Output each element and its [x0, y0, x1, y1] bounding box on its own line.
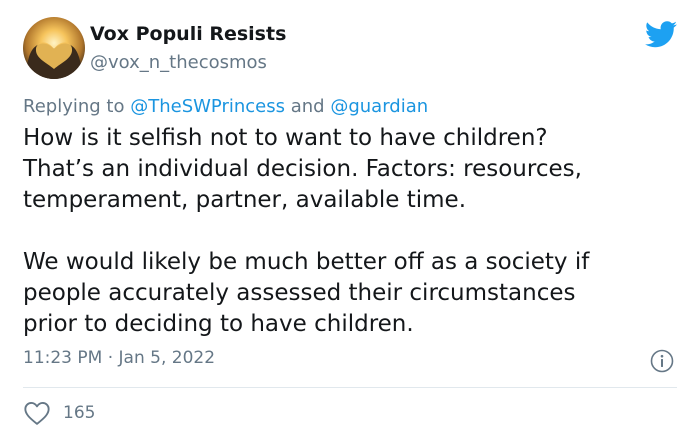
mention-link-1[interactable]: @TheSWPrincess	[130, 96, 285, 117]
tweet-timestamp[interactable]: 11:23 PM · Jan 5, 2022	[23, 348, 215, 368]
author-name[interactable]: Vox Populi Resists	[90, 23, 286, 45]
tweet-paragraph-2: We would likely be much better off as a …	[23, 249, 590, 337]
mention-link-2[interactable]: @guardian	[330, 96, 428, 117]
reply-context: Replying to @TheSWPrincess and @guardian	[23, 96, 428, 117]
tweet-time: 11:23 PM	[23, 348, 103, 368]
like-count: 165	[63, 403, 96, 423]
info-icon[interactable]	[650, 349, 674, 373]
avatar[interactable]	[23, 17, 85, 79]
tweet-paragraph-1: How is it selfish not to want to have ch…	[23, 125, 582, 213]
tweet-date: Jan 5, 2022	[118, 348, 216, 368]
heart-hands-sunset-avatar	[23, 17, 85, 79]
twitter-bird-icon[interactable]	[645, 21, 677, 48]
like-action[interactable]: 165	[23, 400, 95, 426]
divider	[23, 387, 677, 388]
reply-conjunction: and	[290, 96, 325, 117]
timestamp-separator: ·	[107, 348, 114, 368]
author-handle[interactable]: @vox_n_thecosmos	[90, 52, 267, 73]
heart-outline-icon[interactable]	[23, 400, 51, 426]
reply-prefix: Replying to	[23, 96, 125, 117]
tweet-body: How is it selfish not to want to have ch…	[23, 123, 683, 340]
tweet-card: Vox Populi Resists @vox_n_thecosmos Repl…	[0, 0, 700, 441]
